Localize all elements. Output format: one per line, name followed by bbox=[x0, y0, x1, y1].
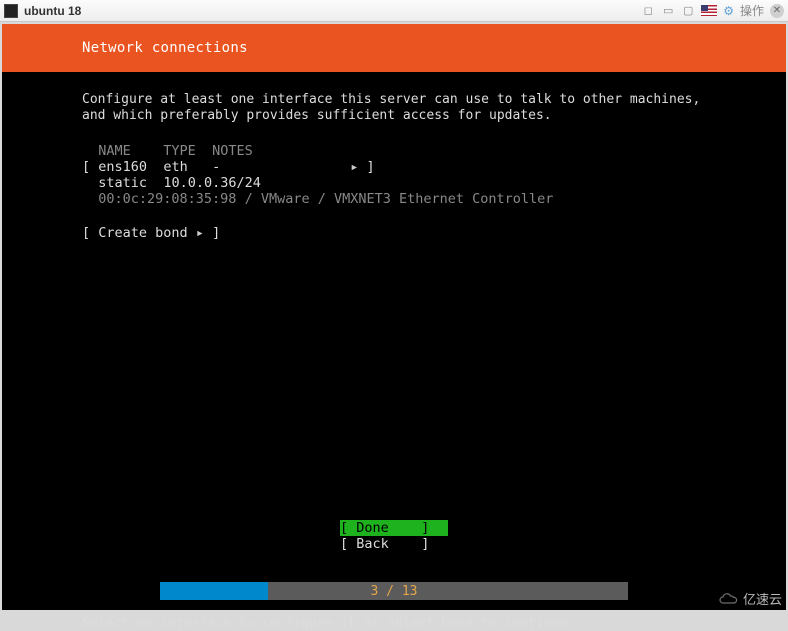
display-icon[interactable]: ◻ bbox=[641, 5, 655, 17]
installer-header: Network connections bbox=[2, 24, 786, 72]
vm-titlebar: ubuntu 18 ◻ ▭ ▢ ⚙ 操作 ✕ bbox=[0, 0, 788, 22]
window-icon[interactable]: ▢ bbox=[681, 5, 695, 17]
close-icon[interactable]: ✕ bbox=[770, 4, 784, 18]
vm-console-icon bbox=[4, 4, 18, 18]
interface-columns: NAME TYPE NOTES bbox=[82, 143, 706, 159]
gear-icon[interactable]: ⚙ bbox=[723, 4, 734, 18]
chevron-right-icon: ▸ bbox=[196, 225, 204, 241]
installer-screen: Network connections Configure at least o… bbox=[2, 24, 786, 610]
chevron-right-icon: ▸ bbox=[350, 159, 358, 175]
titlebar-controls: ◻ ▭ ▢ ⚙ 操作 ✕ bbox=[641, 2, 784, 19]
interface-hardware: 00:0c:29:08:35:98 / VMware / VMXNET3 Eth… bbox=[82, 191, 706, 207]
action-buttons: [ Done ] [ Back ] bbox=[2, 520, 786, 552]
back-button[interactable]: [ Back ] bbox=[340, 536, 448, 552]
operations-label[interactable]: 操作 bbox=[740, 2, 764, 19]
progress-text: 3 / 13 bbox=[371, 584, 418, 599]
window-title: ubuntu 18 bbox=[24, 4, 81, 18]
installer-body: Configure at least one interface this se… bbox=[2, 72, 786, 241]
interface-address: static 10.0.0.36/24 bbox=[82, 175, 706, 191]
flag-us-icon[interactable] bbox=[701, 5, 717, 16]
done-button[interactable]: [ Done ] bbox=[340, 520, 448, 536]
progress-fill bbox=[160, 582, 268, 600]
screen-icon[interactable]: ▭ bbox=[661, 5, 675, 17]
watermark: 亿速云 bbox=[717, 589, 782, 608]
cloud-icon bbox=[717, 592, 739, 606]
interface-row[interactable]: [ ens160 eth - ▸ ] bbox=[82, 159, 706, 175]
header-title: Network connections bbox=[82, 40, 248, 56]
create-bond-button[interactable]: [ Create bond ▸ ] bbox=[82, 225, 706, 241]
progress-bar: 3 / 13 bbox=[160, 582, 628, 600]
description-text: Configure at least one interface this se… bbox=[82, 92, 706, 125]
hint-text: Select an interface to configure it or s… bbox=[82, 616, 567, 631]
